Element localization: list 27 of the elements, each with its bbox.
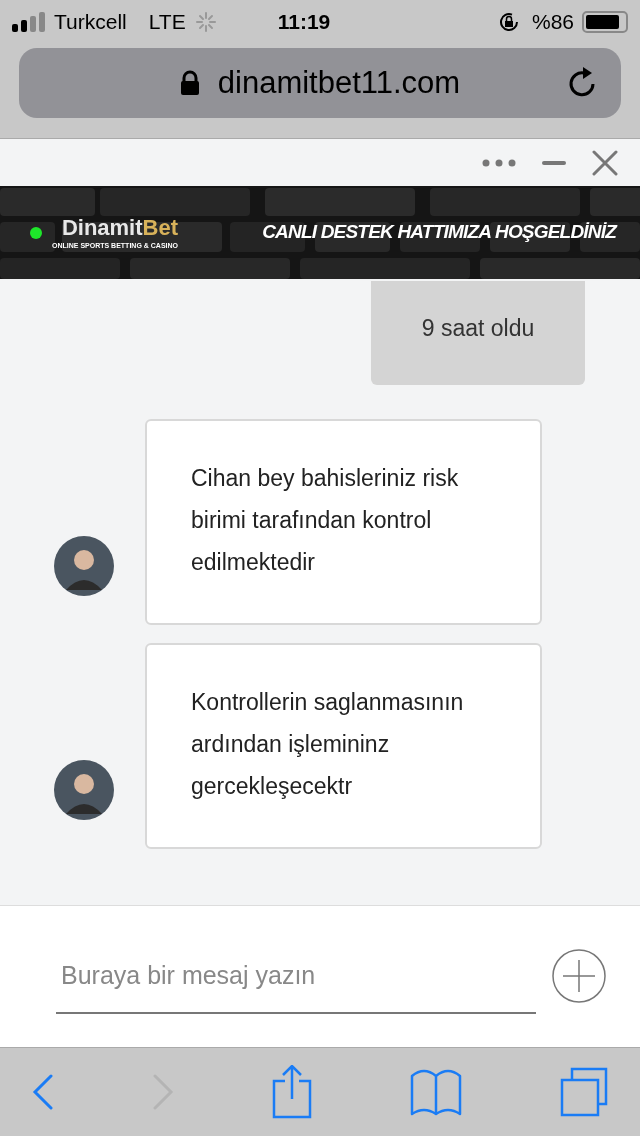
lock-icon [179,70,200,96]
more-icon[interactable] [482,158,516,167]
rotation-lock-icon [497,11,520,33]
received-message: Kontrollerin saglanmasının ardından işlemininz gercekleşecektr [145,643,542,849]
carrier-label: Turkcell [54,9,127,36]
banner-headline: CANLI DESTEK HATTIMIZA HOŞGELDİNİZ [262,220,616,245]
share-icon[interactable] [272,1065,312,1119]
signal-icon [12,12,48,32]
url-text: dinamitbet11.com [217,63,461,102]
clock: 11:19 [277,9,331,36]
network-label: LTE [148,9,186,36]
address-bar[interactable]: dinamitbet11.com [19,48,621,118]
bookmarks-icon[interactable] [410,1068,462,1116]
logo-text: DinamitBet [61,215,178,241]
sent-message: 9 saat oldu [371,281,585,385]
add-icon[interactable] [551,948,607,1004]
message-input[interactable]: Buraya bir mesaj yazın [56,938,536,1014]
tabs-icon[interactable] [560,1067,608,1117]
loading-icon [195,12,216,32]
battery-icon [582,11,628,33]
minimize-icon[interactable] [542,160,566,165]
battery-percent: %86 [531,9,574,36]
back-icon[interactable] [32,1074,54,1110]
received-message: Cihan bey bahisleriniz risk birimi tarafından kontrol edilmektedir [145,419,542,625]
avatar [54,760,114,820]
avatar [54,536,114,596]
close-icon[interactable] [592,149,618,176]
